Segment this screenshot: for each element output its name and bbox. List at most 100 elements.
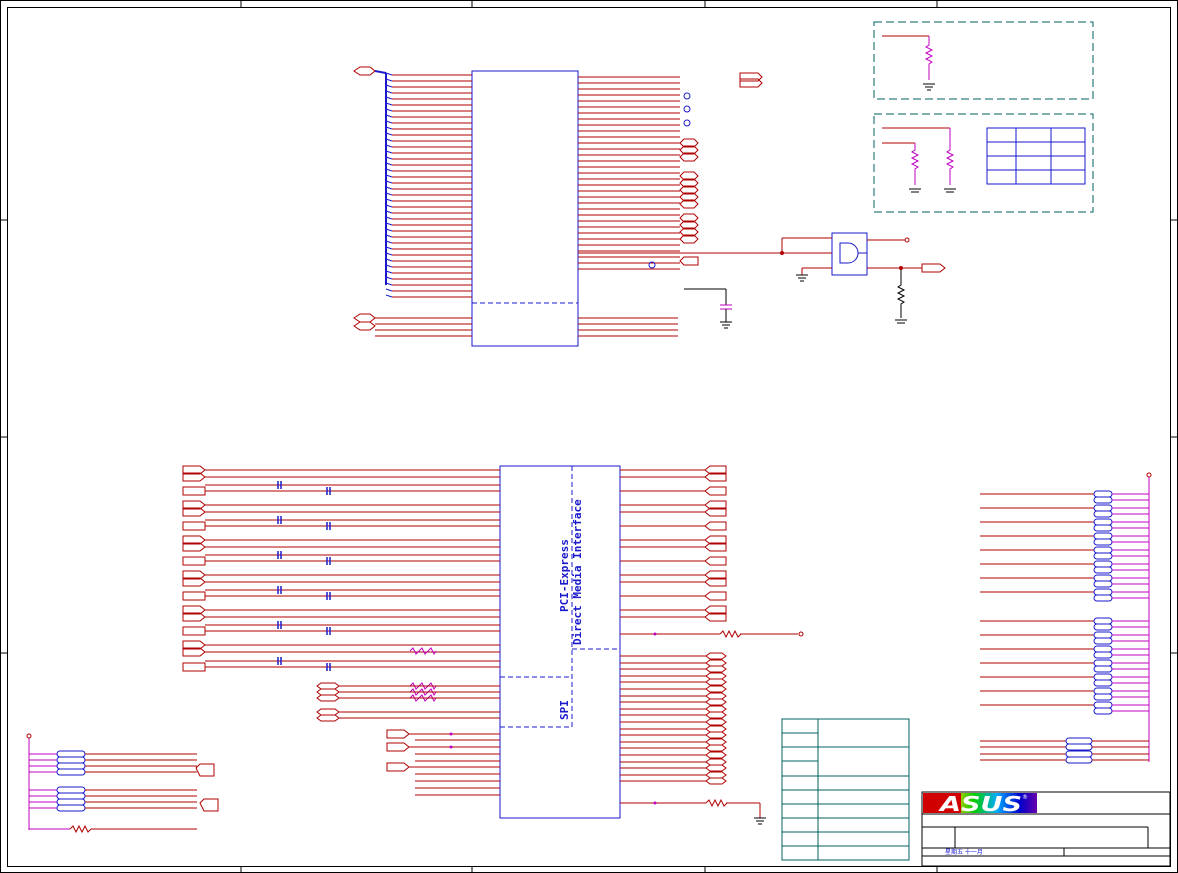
net-port [679,256,699,266]
dmi-port [705,698,727,706]
resistor-pack-element [1093,552,1113,560]
resistor-pack-element [56,762,86,770]
pcie-port [182,662,206,672]
spi-port [316,708,340,716]
asus-logo: ASUS ® [923,792,1037,816]
top-left-wires [375,72,472,337]
pcie-port [704,521,727,531]
resistor-pack-element [56,792,86,800]
power-pin [26,733,32,739]
bus-entry [385,288,393,292]
dmi-port [705,692,727,700]
resistor-pack-element [56,768,86,776]
dmi-port [705,659,727,667]
bottom-right-wires [620,465,727,785]
pcie-port [182,486,206,496]
pcie-port [182,556,206,566]
resistor-pack-element [1093,594,1113,602]
dmi-label: Direct Media Interface [571,499,584,645]
pcie-port [182,591,206,601]
resistor-pack-element [1093,637,1113,645]
test-point [683,119,691,127]
resistor-pack-element [1093,504,1113,512]
pcie-port [704,591,727,601]
option-box-2 [873,113,1094,213]
resistor-pack-element [56,786,86,794]
bus-entry [385,294,393,298]
resistor-pack-element [1093,490,1113,498]
resistor-pack-element [1093,538,1113,546]
dmi-port [705,751,727,759]
resistor-pack-element [1093,524,1113,532]
dmi-port [705,738,727,746]
pcie-port [704,556,727,566]
junction [449,745,453,749]
resistor-pack-element [56,756,86,764]
resistor-pack-element [1093,546,1113,554]
resistor-pack-element [1093,673,1113,681]
resistor-pack-element [1093,687,1113,695]
resistor-pack-element [56,750,86,758]
bottom-ic-symbol: PCI-Express Direct Media Interface SPI [499,465,621,819]
pcie-port [704,486,727,496]
top-bus-port [353,66,387,76]
option-box-1 [873,21,1094,100]
spi-port [316,682,340,690]
resistor-pack-element [56,798,86,806]
registered-mark: ® [1022,794,1028,801]
test-point [683,92,691,100]
resistor-pack-element [1093,518,1113,526]
bottom-left-resistor-pack [26,733,219,834]
top-lower-left-ports [353,313,376,331]
resistor-pack-element [1093,701,1113,709]
dmi-port [705,758,727,766]
dmi-port [705,685,727,693]
resistor-pack-element [1093,693,1113,701]
top-ic-symbol [471,70,579,347]
dmi-port [705,665,727,673]
junction [449,732,453,736]
dmi-port [705,764,727,772]
dmi-port [705,731,727,739]
resistor-pack-element [1093,560,1113,568]
resistor-pack-element [1093,707,1113,715]
off-page-port [739,78,763,88]
dmi-port [705,652,727,660]
dmi-port [705,725,727,733]
asus-logo-text: ASUS [937,792,1022,816]
off-page-port [386,729,410,739]
resistor-pack-element [1093,665,1113,673]
spi-port [316,714,340,722]
resistor [409,647,437,655]
pcie-port [182,626,206,636]
dmi-port [705,711,727,719]
dmi-port [705,771,727,779]
resistor-pack-element [56,804,86,812]
spi-label: SPI [558,700,571,720]
spi-port [316,688,340,696]
dmi-port [705,777,727,785]
resistor-pack-element [1065,737,1093,745]
resistor-pack-element [1065,750,1093,758]
dmi-port [705,744,727,752]
off-page-port [386,762,410,772]
schematic-sheet: PCI-Express Direct Media Interface SPI A… [0,0,1178,873]
pcie-port [182,521,206,531]
dmi-port [705,678,727,686]
resistor-pack-element [1093,574,1113,582]
off-page-port [195,763,215,777]
resistor-pack-element [1093,580,1113,588]
resistor-pack-element [1065,756,1093,764]
resistor-pack-element [1093,566,1113,574]
off-page-port [199,798,219,812]
title-block-date: 星期五 十一月 [945,848,983,856]
resistor-pack-element [1093,588,1113,596]
resistor-pack-element [1093,659,1113,667]
resistor-pack-element [1093,532,1113,540]
spi-port [316,694,340,702]
dmi-port [705,718,727,726]
bottom-table [781,718,910,861]
resistor-pack-element [1093,510,1113,518]
resistor-pack-element [1093,617,1113,625]
resistor-pack-element [1093,631,1113,639]
